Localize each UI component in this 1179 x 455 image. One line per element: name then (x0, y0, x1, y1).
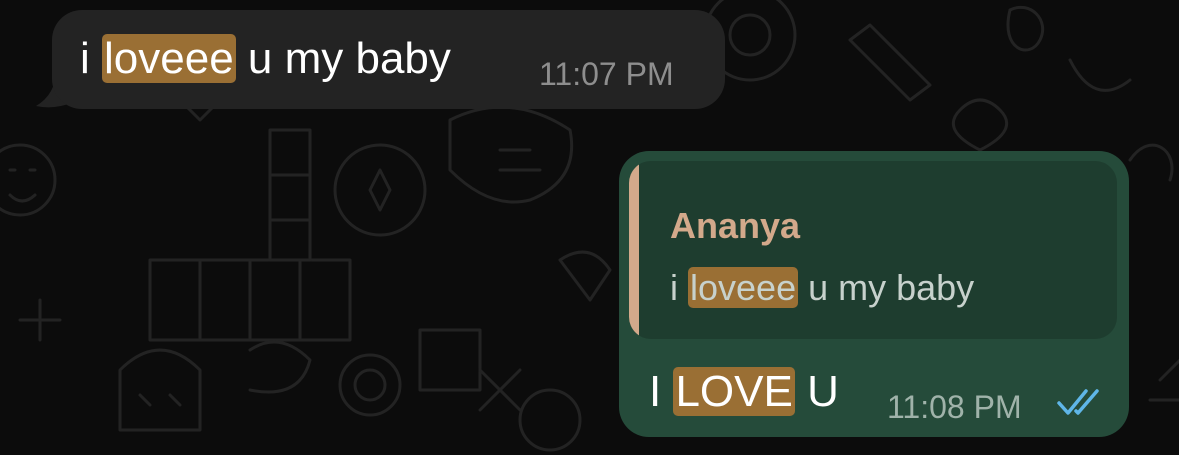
incoming-text-suffix: u my baby (235, 34, 451, 83)
quoted-reply[interactable]: Ananya i loveee u my baby (629, 161, 1117, 339)
outgoing-timestamp: 11:08 PM (887, 389, 1022, 425)
double-check-read-icon (1057, 389, 1099, 415)
quoted-text-suffix: u my baby (798, 267, 975, 308)
quoted-message-text: i loveee u my baby (670, 261, 974, 315)
outgoing-text-suffix: U (794, 367, 839, 416)
incoming-message-text: i loveee u my baby (80, 32, 451, 86)
outgoing-search-highlight: LOVE (673, 367, 795, 416)
incoming-search-highlight: loveee (102, 34, 236, 83)
incoming-message-bubble[interactable]: i loveee u my baby 11:07 PM (52, 10, 725, 109)
incoming-timestamp: 11:07 PM (539, 56, 674, 92)
outgoing-message-bubble[interactable]: Ananya i loveee u my baby I LOVE U 11:08… (619, 151, 1129, 437)
outgoing-text-prefix: I (649, 367, 674, 416)
quoted-text-prefix: i (670, 267, 688, 308)
quote-accent-bar (629, 161, 639, 339)
incoming-text-prefix: i (80, 34, 102, 83)
outgoing-message-text: I LOVE U (649, 365, 839, 419)
quoted-search-highlight: loveee (688, 267, 799, 308)
quoted-author: Ananya (670, 205, 801, 246)
